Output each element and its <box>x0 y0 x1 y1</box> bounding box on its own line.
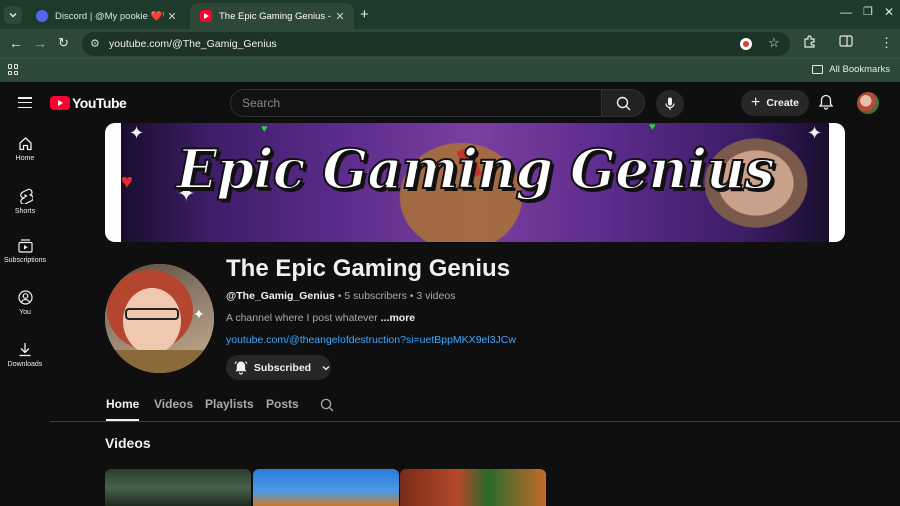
video-thumbnail[interactable] <box>105 469 251 506</box>
site-settings-icon[interactable]: ⚙ <box>90 37 100 50</box>
shorts-icon <box>19 188 33 204</box>
close-tab-icon[interactable]: ✕ <box>332 10 348 23</box>
search-box[interactable] <box>230 89 602 117</box>
tab-videos[interactable]: Videos <box>154 397 193 411</box>
create-button[interactable]: + Create <box>741 90 809 116</box>
youtube-favicon-icon <box>200 10 212 22</box>
youtube-wordmark: YouTube <box>72 95 127 111</box>
all-bookmarks-label: All Bookmarks <box>829 64 890 75</box>
subscribed-label: Subscribed <box>253 361 312 374</box>
channel-tabs: Home Videos Playlists Posts <box>50 392 900 422</box>
close-window-icon[interactable]: ✕ <box>884 5 894 19</box>
guide-item-shorts[interactable]: Shorts <box>0 188 50 215</box>
sparkle-icon: ✦ <box>193 306 205 322</box>
channel-external-link[interactable]: youtube.com/@theangelofdestruction?si=ue… <box>226 334 516 346</box>
bell-icon <box>818 94 834 110</box>
guide-item-label: Subscriptions <box>3 257 47 264</box>
channel-handle: @The_Gamig_Genius <box>226 290 335 302</box>
guide-item-subscriptions[interactable]: Subscriptions <box>0 239 50 264</box>
new-tab-icon[interactable]: + <box>360 6 369 23</box>
browser-tab-discord[interactable]: Discord | @My pookie ❤️❤️💦 ✕ <box>26 3 186 29</box>
browser-toolbar: ← → ↻ ⚙ youtube.com/@The_Gamig_Genius ☆ … <box>0 29 900 58</box>
chevron-down-icon <box>322 365 330 370</box>
browser-menu-icon[interactable]: ⋮ <box>880 35 893 51</box>
youtube-logo[interactable]: YouTube <box>50 95 127 111</box>
side-panel-icon[interactable] <box>839 35 853 50</box>
bookmarks-bar: All Bookmarks <box>0 58 900 82</box>
guide-item-label: Home <box>15 155 35 162</box>
banner-artwork: ♥ ♥ ♥ ✦ ✦ ✦ Epic Gaming Genius <box>121 123 829 242</box>
subscriber-count: 5 subscribers <box>344 290 407 302</box>
browser-tab-youtube[interactable]: The Epic Gaming Genius - YouT ✕ <box>190 3 354 29</box>
description-text: A channel where I post whatever <box>226 312 381 324</box>
subscribed-button[interactable]: Subscribed <box>226 355 331 380</box>
guide-item-you[interactable]: You <box>0 290 50 316</box>
search-input[interactable] <box>231 90 601 116</box>
plus-icon: + <box>750 94 761 111</box>
create-label: Create <box>766 97 800 109</box>
discord-favicon-icon <box>36 10 48 22</box>
subscriptions-icon <box>17 239 33 253</box>
heart-icon: ♥ <box>649 123 656 133</box>
youtube-masthead: YouTube + Create <box>0 82 900 124</box>
apps-grid-icon[interactable] <box>8 64 19 75</box>
video-thumbnail[interactable] <box>400 469 546 506</box>
notifications-button[interactable] <box>818 94 834 115</box>
channel-banner: ♥ ♥ ♥ ✦ ✦ ✦ Epic Gaming Genius <box>105 123 845 242</box>
video-count: 3 videos <box>416 290 456 302</box>
more-link[interactable]: ...more <box>381 312 415 324</box>
forward-arrow-icon[interactable]: → <box>33 35 47 51</box>
guide-item-home[interactable]: Home <box>0 136 50 162</box>
tab-home[interactable]: Home <box>106 397 140 421</box>
close-tab-icon[interactable]: ✕ <box>164 10 180 23</box>
you-icon <box>17 290 33 305</box>
chevron-down-icon <box>9 12 17 18</box>
tab-posts[interactable]: Posts <box>266 397 299 411</box>
search-button[interactable] <box>601 89 645 117</box>
search-icon <box>320 398 334 412</box>
guide-item-label: Downloads <box>7 361 43 368</box>
videos-section-heading[interactable]: Videos <box>105 435 151 451</box>
guide-item-label: Shorts <box>14 208 36 215</box>
restore-window-icon[interactable]: ❐ <box>863 5 873 18</box>
back-arrow-icon[interactable]: ← <box>9 35 23 51</box>
browser-tab-strip: Discord | @My pookie ❤️❤️💦 ✕ The Epic Ga… <box>0 0 900 29</box>
home-icon <box>18 137 32 151</box>
voice-search-button[interactable] <box>656 90 684 118</box>
reload-icon[interactable]: ↻ <box>58 35 69 51</box>
microphone-icon <box>665 97 675 110</box>
minimize-window-icon[interactable]: — <box>840 5 852 19</box>
extensions-icon[interactable] <box>803 35 816 51</box>
address-bar[interactable]: ⚙ youtube.com/@The_Gamig_Genius ☆ <box>82 32 790 56</box>
folder-icon <box>812 65 824 74</box>
channel-avatar[interactable]: ✦ <box>105 264 214 373</box>
heart-icon: ♥ <box>261 123 268 135</box>
downloads-icon <box>19 343 31 357</box>
channel-name: The Epic Gaming Genius <box>226 255 511 282</box>
tab-search-button[interactable] <box>4 6 22 24</box>
youtube-play-logo-icon <box>50 96 70 110</box>
bell-ringing-icon <box>234 361 248 375</box>
url-text[interactable]: youtube.com/@The_Gamig_Genius <box>109 38 277 50</box>
account-avatar[interactable] <box>857 92 879 114</box>
banner-title: Epic Gaming Genius <box>175 136 776 202</box>
channel-metadata: @The_Gamig_Genius • 5 subscribers • 3 vi… <box>226 290 456 302</box>
guide-menu-icon[interactable] <box>18 97 32 108</box>
bookmark-star-icon[interactable]: ☆ <box>768 35 780 51</box>
tab-playlists[interactable]: Playlists <box>205 397 254 411</box>
guide-item-label: You <box>19 309 31 316</box>
search-icon <box>616 96 630 110</box>
channel-description[interactable]: A channel where I post whatever ...more <box>226 312 415 324</box>
channel-search-button[interactable] <box>320 398 334 417</box>
recording-indicator-icon[interactable] <box>740 38 752 50</box>
all-bookmarks-button[interactable]: All Bookmarks <box>812 64 890 75</box>
video-thumbnail[interactable] <box>253 469 399 506</box>
tab-title: Discord | @My pookie ❤️❤️💦 <box>55 10 164 22</box>
guide-item-downloads[interactable]: Downloads <box>0 342 50 368</box>
tab-title: The Epic Gaming Genius - YouT <box>219 10 332 22</box>
